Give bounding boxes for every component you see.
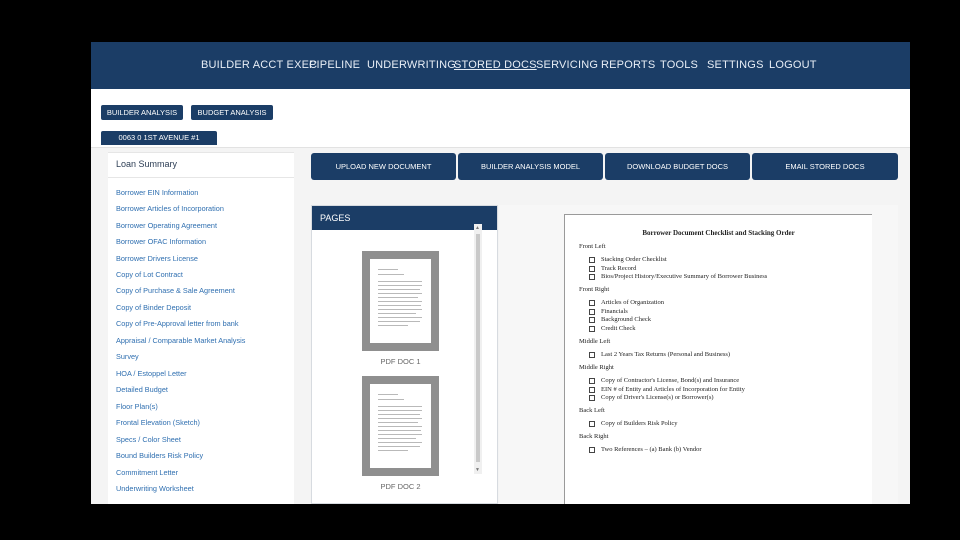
- top-navigation: BUILDER ACCT EXEC PIPELINE UNDERWRITING …: [91, 42, 910, 89]
- checklist-item: Stacking Order Checklist: [589, 256, 667, 263]
- checklist-item: Articles of Organization: [589, 299, 664, 306]
- sidebar-item-pre-approval-letter[interactable]: Copy of Pre-Approval letter from bank: [116, 319, 238, 328]
- checklist-item: Two References – (a) Bank (b) Vendor: [589, 446, 702, 453]
- checkbox-icon: [589, 394, 595, 401]
- document-preview-page: Borrower Document Checklist and Stacking…: [564, 214, 872, 504]
- sidebar-item-articles-of-incorporation[interactable]: Borrower Articles of Incorporation: [116, 204, 224, 213]
- scrollbar-thumb[interactable]: [476, 234, 480, 462]
- sidebar-item-lot-contract[interactable]: Copy of Lot Contract: [116, 270, 183, 279]
- checkbox-icon: [589, 420, 595, 427]
- thumbnail-page: [370, 384, 431, 468]
- section-back-left: Back Left: [579, 407, 605, 414]
- checklist-item: Track Record: [589, 265, 636, 272]
- checkbox-icon: [589, 377, 595, 384]
- section-middle-left: Middle Left: [579, 338, 611, 345]
- checklist-item: Credit Check: [589, 325, 635, 332]
- sidebar-title[interactable]: Loan Summary: [116, 159, 177, 169]
- nav-reports[interactable]: REPORTS: [601, 59, 655, 71]
- nav-builder-acct-exec[interactable]: BUILDER ACCT EXEC: [201, 59, 317, 71]
- sidebar-item-drivers-license[interactable]: Borrower Drivers License: [116, 254, 198, 263]
- checkbox-icon: [589, 299, 595, 306]
- sidebar-item-floor-plans[interactable]: Floor Plan(s): [116, 402, 158, 411]
- checkbox-icon: [589, 273, 595, 280]
- checkbox-icon: [589, 351, 595, 358]
- nav-stored-docs[interactable]: STORED DOCS: [454, 59, 537, 71]
- property-address-tab[interactable]: 0063 0 1ST AVENUE #1: [101, 131, 217, 145]
- app-window: BUILDER ACCT EXEC PIPELINE UNDERWRITING …: [91, 42, 910, 504]
- nav-servicing[interactable]: SERVICING: [536, 59, 598, 71]
- sidebar-item-survey[interactable]: Survey: [116, 352, 139, 361]
- document-action-bar: UPLOAD NEW DOCUMENT BUILDER ANALYSIS MOD…: [311, 153, 898, 180]
- checklist-item: Copy of Driver's License(s) or Borrower(…: [589, 394, 714, 401]
- nav-logout[interactable]: LOGOUT: [769, 59, 817, 71]
- upload-document-button[interactable]: UPLOAD NEW DOCUMENT: [311, 153, 456, 180]
- sidebar-item-purchase-sale-agreement[interactable]: Copy of Purchase & Sale Agreement: [116, 286, 235, 295]
- sidebar-item-appraisal[interactable]: Appraisal / Comparable Market Analysis: [116, 336, 245, 345]
- checklist-item: Background Check: [589, 316, 651, 323]
- section-middle-right: Middle Right: [579, 364, 614, 371]
- scroll-down-arrow-icon[interactable]: ▼: [475, 467, 480, 473]
- sidebar-item-specs-color-sheet[interactable]: Specs / Color Sheet: [116, 435, 181, 444]
- sidebar-item-ofac-information[interactable]: Borrower OFAC Information: [116, 237, 206, 246]
- checkbox-icon: [589, 325, 595, 332]
- sidebar-item-underwriting-worksheet[interactable]: Underwriting Worksheet: [116, 484, 194, 493]
- sidebar-item-builders-risk-policy[interactable]: Bound Builders Risk Policy: [116, 451, 203, 460]
- document-sidebar: Loan Summary Borrower EIN Information Bo…: [108, 152, 294, 504]
- section-front-right: Front Right: [579, 286, 610, 293]
- scroll-up-arrow-icon[interactable]: ▲: [475, 225, 480, 231]
- builder-analysis-model-button[interactable]: BUILDER ANALYSIS MODEL: [458, 153, 603, 180]
- pdf-doc-1-label: PDF DOC 1: [380, 357, 421, 366]
- nav-pipeline[interactable]: PIPELINE: [309, 59, 360, 71]
- sidebar-item-frontal-elevation[interactable]: Frontal Elevation (Sketch): [116, 418, 200, 427]
- checklist-item: Bios/Project History/Executive Summary o…: [589, 273, 767, 280]
- checklist-item: Last 2 Years Tax Returns (Personal and B…: [589, 351, 730, 358]
- pdf-thumbnail-2[interactable]: [362, 376, 439, 476]
- checklist-item: Copy of Builders Risk Policy: [589, 420, 678, 427]
- pages-scrollbar[interactable]: ▲ ▼: [474, 224, 482, 474]
- sidebar-item-hoa-estoppel[interactable]: HOA / Estoppel Letter: [116, 369, 187, 378]
- nav-settings[interactable]: SETTINGS: [707, 59, 764, 71]
- pages-header: PAGES: [312, 206, 497, 230]
- sidebar-divider: [108, 177, 294, 178]
- checkbox-icon: [589, 308, 595, 315]
- pdf-doc-2-label: PDF DOC 2: [380, 482, 421, 491]
- sidebar-item-detailed-budget[interactable]: Detailed Budget: [116, 385, 168, 394]
- sidebar-item-borrower-ein[interactable]: Borrower EIN Information: [116, 188, 198, 197]
- checkbox-icon: [589, 386, 595, 393]
- document-title: Borrower Document Checklist and Stacking…: [642, 229, 795, 237]
- builder-analysis-button[interactable]: BUILDER ANALYSIS: [101, 105, 183, 120]
- checkbox-icon: [589, 265, 595, 272]
- budget-analysis-button[interactable]: BUDGET ANALYSIS: [191, 105, 273, 120]
- checkbox-icon: [589, 316, 595, 323]
- checklist-item: Financials: [589, 308, 628, 315]
- sidebar-item-commitment-letter[interactable]: Commitment Letter: [116, 468, 178, 477]
- checklist-item: Copy of Contractor's License, Bond(s) an…: [589, 377, 739, 384]
- nav-tools[interactable]: TOOLS: [660, 59, 698, 71]
- section-front-left: Front Left: [579, 243, 606, 250]
- pdf-thumbnail-1[interactable]: [362, 251, 439, 351]
- checklist-item: EIN # of Entity and Articles of Incorpor…: [589, 386, 745, 393]
- sidebar-item-operating-agreement[interactable]: Borrower Operating Agreement: [116, 221, 217, 230]
- nav-underwriting[interactable]: UNDERWRITING: [367, 59, 456, 71]
- checkbox-icon: [589, 256, 595, 263]
- email-stored-docs-button[interactable]: EMAIL STORED DOCS: [752, 153, 898, 180]
- section-back-right: Back Right: [579, 433, 609, 440]
- checkbox-icon: [589, 446, 595, 453]
- sidebar-item-binder-deposit[interactable]: Copy of Binder Deposit: [116, 303, 191, 312]
- thumbnail-page: [370, 259, 431, 343]
- pages-panel: PAGES PDF DOC 1 PDF DOC 2 ▲ ▼: [311, 205, 498, 504]
- download-budget-docs-button[interactable]: DOWNLOAD BUDGET DOCS: [605, 153, 750, 180]
